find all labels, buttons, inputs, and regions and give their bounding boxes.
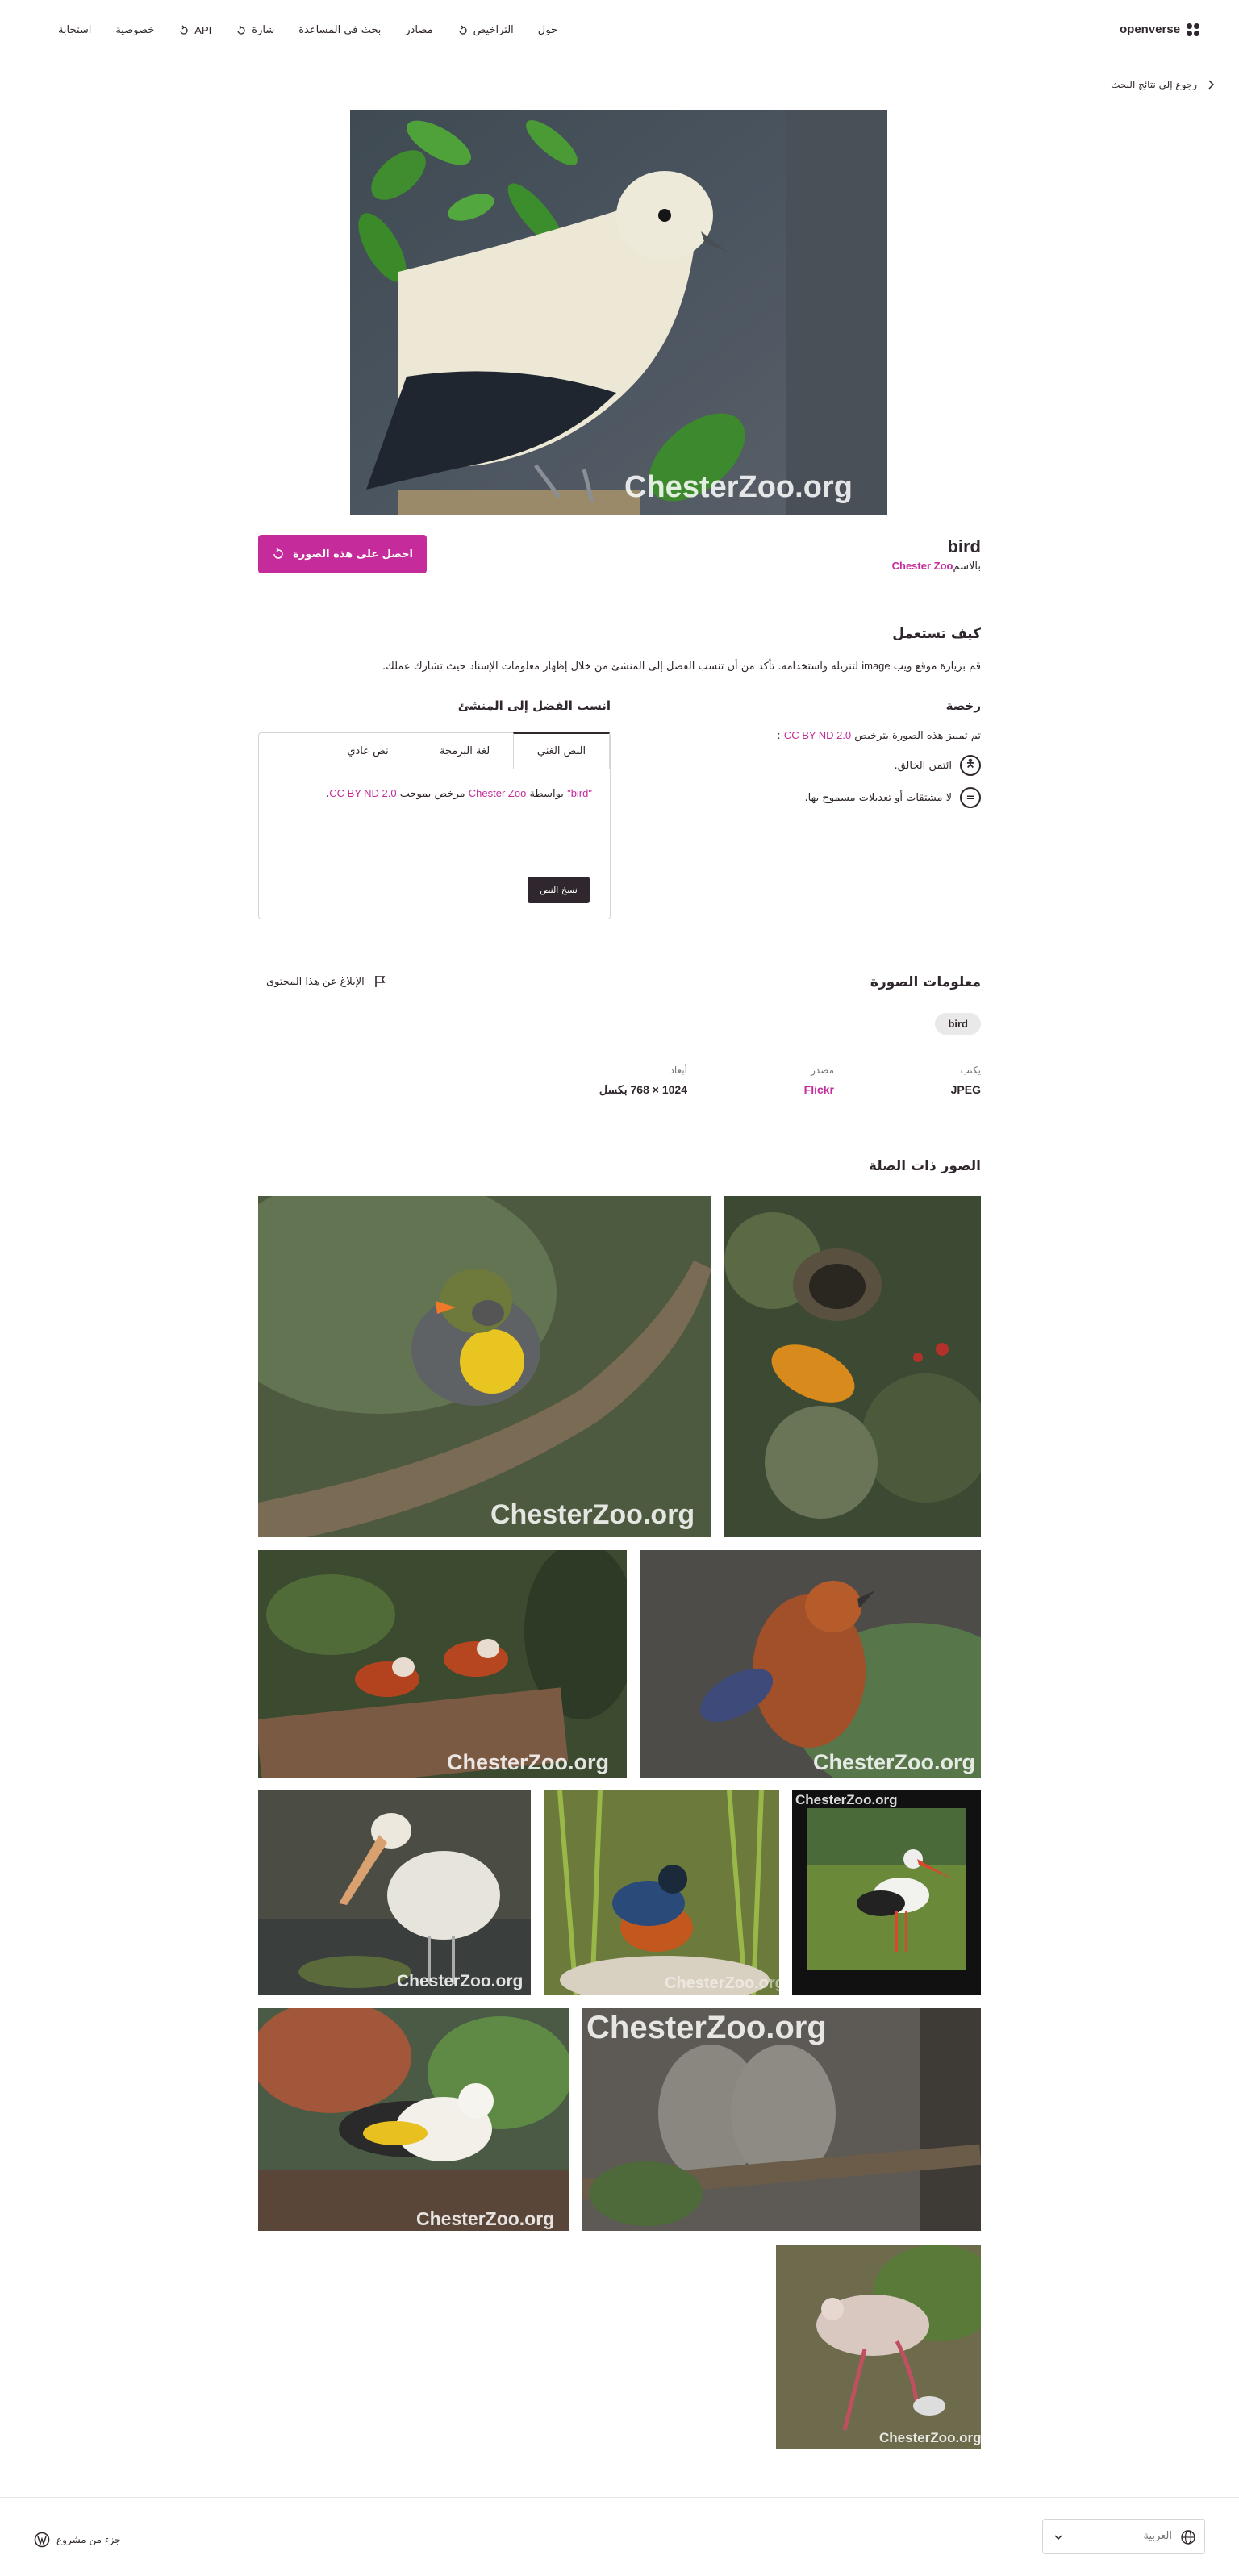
watermark: ChesterZoo.org: [586, 2010, 827, 2045]
related-image[interactable]: ChesterZoo.org: [544, 1790, 779, 1995]
meta-source: مصدر Flickr: [803, 1065, 834, 1096]
tab-rich-text[interactable]: النص الغني: [513, 732, 610, 769]
chevron-right-icon: [1208, 80, 1215, 90]
flag-icon: [374, 976, 386, 987]
back-link-label: رجوع إلى نتائج البحث: [1111, 79, 1197, 90]
license-item-nd: = لا مشتقات أو تعديلات مسموح بها.: [805, 787, 981, 808]
logo-text: openverse: [1120, 23, 1181, 36]
source-link[interactable]: image: [861, 660, 890, 672]
related-image[interactable]: ChesterZoo.org: [792, 1790, 981, 1995]
how-to-use-heading: كيف تستعمل: [892, 626, 981, 642]
tag-bird[interactable]: bird: [935, 1013, 981, 1035]
meta-type: يكتب JPEG: [950, 1065, 981, 1096]
watermark: ChesterZoo.org: [490, 1499, 695, 1530]
chevron-down-icon: [1054, 2535, 1062, 2541]
attr-creator-link[interactable]: Chester Zoo: [469, 787, 527, 799]
main-image[interactable]: ChesterZoo.org: [350, 110, 887, 515]
license-link[interactable]: CC BY-ND 2.0: [784, 729, 851, 741]
site-header: openverse حول التراخيص مصادر بحث في المس…: [0, 0, 1239, 65]
external-link-icon: [273, 548, 283, 559]
license-item-by: 🯅 ائتمن الخالق.: [894, 755, 981, 776]
nav-privacy[interactable]: خصوصية: [115, 24, 154, 36]
watermark: ChesterZoo.org: [447, 1750, 610, 1774]
wordpress-icon: [34, 2532, 50, 2548]
watermark: ChesterZoo.org: [795, 1792, 898, 1807]
report-content-button[interactable]: الإبلاغ عن هذا المحتوى: [266, 974, 387, 989]
nav-api[interactable]: API: [178, 24, 211, 36]
cc-by-icon: 🯅: [960, 755, 981, 776]
related-section: الصور ذات الصلة: [258, 1158, 981, 1182]
creator-link[interactable]: Chester Zoo: [892, 560, 953, 572]
external-link-icon: [237, 25, 245, 35]
nav-licenses[interactable]: التراخيص: [457, 24, 514, 36]
main-image-area: ChesterZoo.org: [0, 110, 1239, 515]
related-image[interactable]: ChesterZoo.org: [258, 1196, 711, 1537]
part-of-label: جزء من مشروع: [56, 2534, 121, 2545]
license-heading: رخصة: [945, 698, 981, 713]
related-heading: الصور ذات الصلة: [868, 1158, 981, 1174]
cc-nd-icon: =: [960, 787, 981, 808]
watermark: ChesterZoo.org: [879, 2430, 981, 2445]
watermark: ChesterZoo.org: [665, 1974, 779, 1992]
openverse-logo-icon: [1187, 23, 1200, 36]
watermark: ChesterZoo.org: [397, 1972, 524, 1990]
language-value: العربية: [1143, 2530, 1172, 2542]
get-this-image-button[interactable]: احصل على هذه الصورة: [258, 535, 427, 573]
attribution-tabs: النص الغني لغة البرمجة نص عادي "bird" بو…: [258, 732, 611, 919]
watermark: ChesterZoo.org: [624, 470, 853, 504]
image-byline: بالاسمChester Zoo: [891, 560, 981, 573]
pigeon-photo: [350, 110, 887, 515]
tab-plain-text[interactable]: نص عادي: [319, 733, 416, 769]
image-title: bird: [947, 536, 981, 556]
source-flickr-link[interactable]: Flickr: [804, 1083, 834, 1096]
back-to-results-link[interactable]: رجوع إلى نتائج البحث: [1111, 79, 1216, 90]
image-info-section: معلومات الصورة الإبلاغ عن هذا المحتوى bi…: [258, 974, 981, 1111]
related-image[interactable]: ChesterZoo.org: [640, 1550, 981, 1778]
license-marked-text: تم تمييز هذه الصورة بترخيص CC BY-ND 2.0 …: [777, 729, 981, 742]
watermark: ChesterZoo.org: [416, 2208, 555, 2229]
openverse-logo[interactable]: openverse: [1120, 23, 1200, 36]
copy-text-button[interactable]: نسخ النص: [528, 877, 590, 903]
attribution-heading: انسب الفضل إلى المنشئ: [457, 698, 611, 713]
main-nav: حول التراخيص مصادر بحث في المساعدة شارة …: [58, 24, 557, 36]
external-link-icon: [458, 25, 467, 35]
related-image[interactable]: ChesterZoo.org: [582, 2008, 981, 2231]
license-attribution-section: رخصة تم تمييز هذه الصورة بترخيص CC BY-ND…: [258, 698, 981, 924]
image-info-heading: معلومات الصورة: [870, 974, 981, 990]
nav-badge[interactable]: شارة: [236, 24, 274, 36]
wordpress-link[interactable]: جزء من مشروع: [34, 2532, 121, 2548]
attr-title-link[interactable]: "bird": [567, 787, 592, 799]
nav-feedback[interactable]: استجابة: [58, 24, 91, 36]
how-to-use-section: كيف تستعمل قم بزيارة موقع ويب image لتنز…: [258, 626, 981, 674]
external-link-icon: [180, 25, 188, 35]
related-image[interactable]: ChesterZoo.org: [258, 2008, 569, 2231]
attribution-text: "bird" بواسطة Chester Zoo مرخص بموجب CC …: [326, 787, 592, 800]
attribution-panel: "bird" بواسطة Chester Zoo مرخص بموجب CC …: [259, 769, 610, 919]
attr-license-link[interactable]: CC BY-ND 2.0: [329, 787, 396, 799]
image-title-bar: bird بالاسمChester Zoo احصل على هذه الصو…: [258, 532, 981, 589]
related-image[interactable]: ChesterZoo.org: [258, 1550, 627, 1778]
related-image[interactable]: ChesterZoo.org: [258, 1790, 531, 1995]
language-select[interactable]: العربية: [1042, 2519, 1205, 2554]
nav-about[interactable]: حول: [538, 24, 557, 36]
watermark: ChesterZoo.org: [813, 1750, 976, 1774]
meta-dimensions: أبعاد 1024 × 768 بكسل: [599, 1065, 687, 1096]
related-image[interactable]: ChesterZoo.org: [776, 2245, 981, 2449]
related-image[interactable]: [724, 1196, 981, 1537]
related-images-grid: ChesterZoo.org ChesterZoo.org ChesterZoo…: [258, 1196, 981, 2451]
globe-icon: [1181, 2530, 1195, 2545]
tab-html[interactable]: لغة البرمجة: [416, 733, 513, 769]
nav-search-help[interactable]: بحث في المساعدة: [298, 24, 381, 36]
how-to-use-text: قم بزيارة موقع ويب image لتنزيله واستخدا…: [382, 660, 981, 673]
nav-sources[interactable]: مصادر: [405, 24, 432, 36]
site-footer: جزء من مشروع العربية: [0, 2497, 1239, 2576]
